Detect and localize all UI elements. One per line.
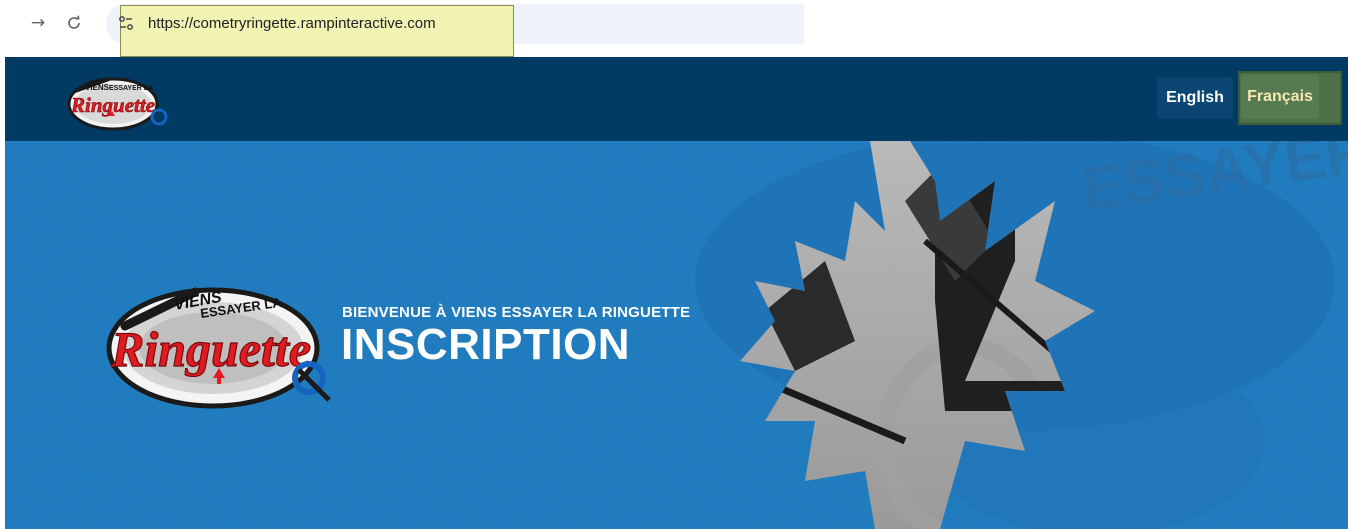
english-button[interactable]: English [1157,77,1233,119]
hero-banner: ESSAYER LA VIENS [5,141,1348,529]
site-header: VIENS ESSAYER LA Ringuette English Franç… [5,57,1348,141]
svg-text:VIENS: VIENS [85,83,110,92]
toolbar-blank-area [804,4,1046,57]
reload-icon[interactable] [63,12,85,34]
hero-logo: VIENS ESSAYER LA Ringuette [106,287,331,409]
svg-text:ESSAYER LA: ESSAYER LA [109,85,153,92]
browser-toolbar: → https://cometryringette.rampinteractiv… [0,0,1348,57]
header-logo[interactable]: VIENS ESSAYER LA Ringuette [65,69,169,131]
url-text[interactable]: https://cometryringette.rampinteractive.… [148,15,436,32]
svg-text:Ringuette: Ringuette [110,321,311,377]
tune-icon[interactable] [117,13,135,33]
forward-arrow-icon[interactable]: → [27,12,49,34]
hero-subtitle: BIENVENUE À VIENS ESSAYER LA RINGUETTE [342,304,691,321]
francais-button[interactable]: Français [1241,75,1319,119]
page-title: INSCRIPTION [341,320,631,369]
